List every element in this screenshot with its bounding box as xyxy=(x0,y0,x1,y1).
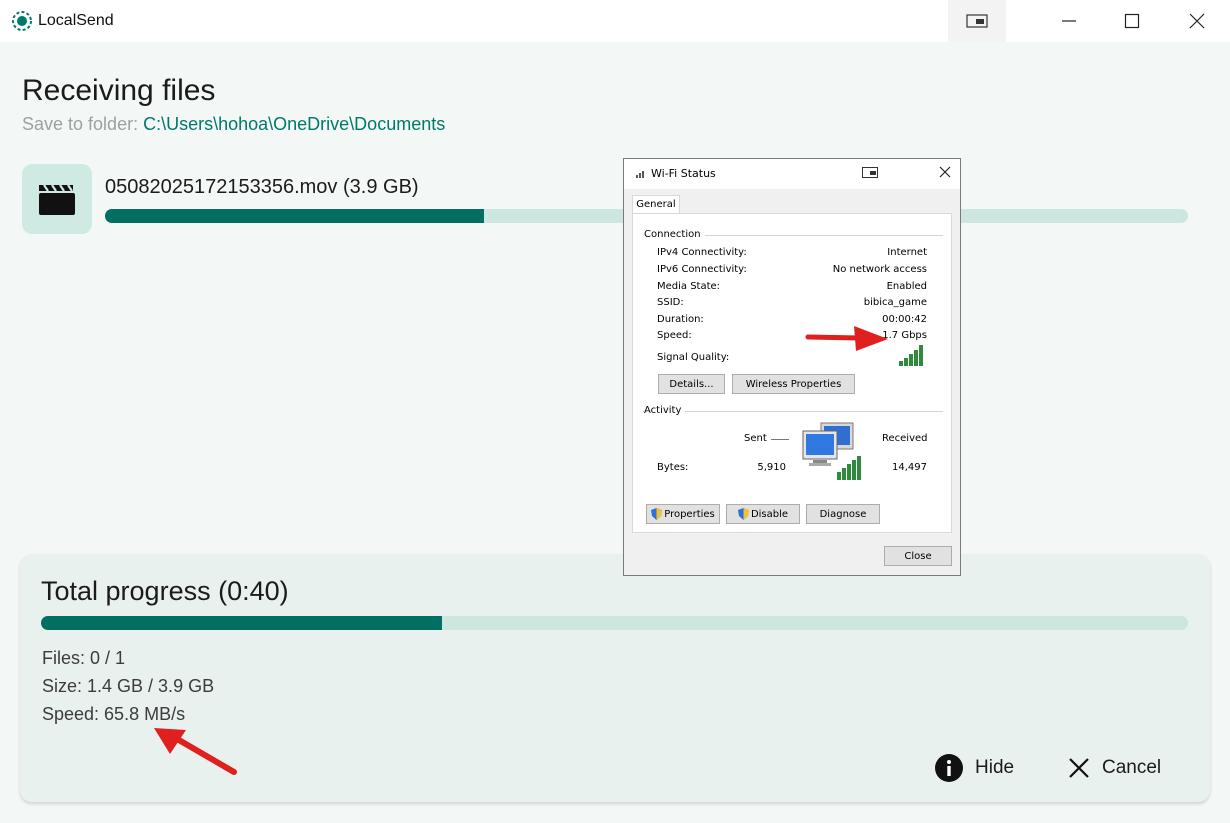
minimize-icon xyxy=(1062,20,1076,22)
compact-overlay-icon xyxy=(966,14,988,28)
total-progress-title: Total progress (0:40) xyxy=(41,576,289,606)
total-progress-bar xyxy=(41,616,1188,630)
transfer-speed: Speed: 65.8 MB/s xyxy=(42,704,186,724)
wifi-dialog-titlebar: Wi-Fi Status xyxy=(624,159,960,189)
size-progress: Size: 1.4 GB / 3.9 GB xyxy=(42,676,215,696)
maximize-icon xyxy=(1124,13,1140,29)
speed-label: Speed: xyxy=(657,330,692,341)
red-arrow-annotation xyxy=(154,728,237,775)
ipv4-value: Internet xyxy=(887,247,927,258)
minimize-button[interactable] xyxy=(1040,0,1098,42)
compact-overlay-button[interactable] xyxy=(948,0,1006,42)
wifi-close-button[interactable]: Close xyxy=(884,546,952,566)
hide-button[interactable]: Hide xyxy=(935,750,1014,786)
ipv6-value: No network access xyxy=(832,264,927,275)
save-folder-path-link[interactable]: C:\Users\hohoa\OneDrive\Documents xyxy=(143,114,445,134)
received-label: Received xyxy=(882,433,928,444)
uac-shield-icon xyxy=(737,508,749,520)
file-thumbnail xyxy=(22,164,92,234)
close-x-icon xyxy=(1069,758,1089,778)
media-state-value: Enabled xyxy=(886,281,927,292)
compact-overlay-icon[interactable] xyxy=(862,167,878,178)
details-label: Details... xyxy=(669,378,714,390)
ssid-value: bibica_game xyxy=(863,297,927,308)
total-progress-fill xyxy=(41,616,443,630)
disable-label: Disable xyxy=(750,508,789,520)
network-computers-icon xyxy=(802,422,861,480)
details-button[interactable]: Details... xyxy=(658,374,725,394)
wifi-general-panel: Connection IPv4 Connectivity: Internet I… xyxy=(632,213,952,533)
wifi-dialog-title: Wi-Fi Status xyxy=(651,167,716,180)
title-bar: LocalSend xyxy=(0,0,1230,42)
activity-divider xyxy=(643,411,943,412)
wifi-signal-icon xyxy=(636,171,644,178)
ipv6-label: IPv6 Connectivity: xyxy=(657,264,747,275)
sent-line xyxy=(771,439,789,440)
save-folder-row: Save to folder: C:\Users\hohoa\OneDrive\… xyxy=(22,114,445,135)
sent-label: Sent xyxy=(744,433,767,444)
maximize-button[interactable] xyxy=(1103,0,1161,42)
ipv4-label: IPv4 Connectivity: xyxy=(657,247,747,258)
wireless-properties-label: Wireless Properties xyxy=(745,378,842,390)
files-count: Files: 0 / 1 xyxy=(42,648,126,668)
properties-label: Properties xyxy=(664,508,715,520)
file-progress-fill xyxy=(105,209,485,223)
hide-label: Hide xyxy=(975,757,1015,778)
info-icon xyxy=(935,754,963,782)
tab-general[interactable]: General xyxy=(632,195,680,214)
movie-clapper-icon xyxy=(39,184,75,215)
duration-label: Duration: xyxy=(657,314,704,325)
uac-shield-icon xyxy=(651,508,663,520)
wifi-status-dialog: Wi-Fi Status General Connection IPv4 Con… xyxy=(623,158,961,576)
cancel-label: Cancel xyxy=(1102,757,1162,778)
bytes-sent-value: 5,910 xyxy=(757,462,786,473)
cancel-button[interactable]: Cancel xyxy=(1068,750,1161,786)
window-close-button[interactable] xyxy=(1168,0,1226,42)
signal-quality-label: Signal Quality: xyxy=(657,352,730,363)
close-icon xyxy=(1189,13,1205,29)
wireless-properties-button[interactable]: Wireless Properties xyxy=(732,374,855,394)
media-state-label: Media State: xyxy=(657,281,721,292)
connection-group-label: Connection xyxy=(644,229,705,240)
red-arrow-annotation xyxy=(805,326,888,351)
properties-button[interactable]: Properties xyxy=(646,504,720,524)
close-icon[interactable] xyxy=(938,165,952,179)
wifi-close-label: Close xyxy=(904,550,932,562)
signal-strength-icon xyxy=(899,345,923,366)
bytes-received-value: 14,497 xyxy=(892,462,927,473)
disable-button[interactable]: Disable xyxy=(726,504,800,524)
app-title: LocalSend xyxy=(38,12,114,29)
save-folder-label: Save to folder: xyxy=(22,114,139,134)
diagnose-button[interactable]: Diagnose xyxy=(806,504,880,524)
ssid-label: SSID: xyxy=(657,297,684,308)
bytes-label: Bytes: xyxy=(657,462,689,473)
diagnose-label: Diagnose xyxy=(819,508,867,520)
file-name: 05082025172153356.mov (3.9 GB) xyxy=(105,176,419,198)
page-title: Receiving files xyxy=(22,74,216,107)
localsend-logo-icon xyxy=(11,10,33,37)
activity-group-label: Activity xyxy=(644,405,686,416)
